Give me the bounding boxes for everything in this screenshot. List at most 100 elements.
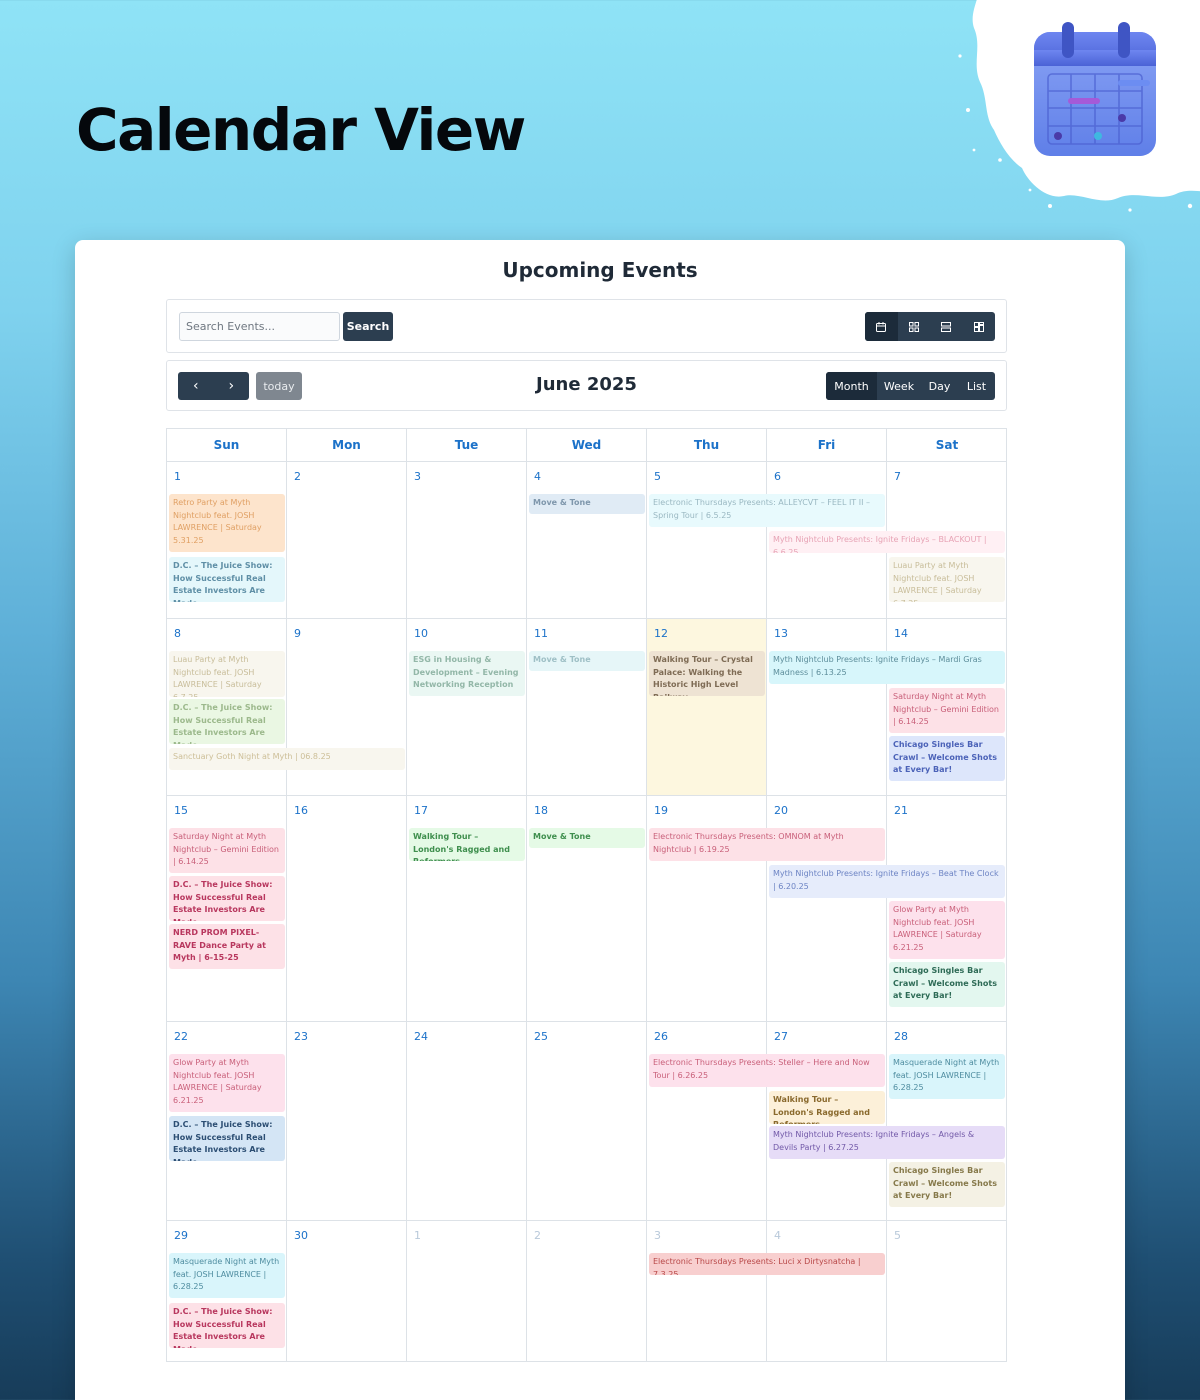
calendar-event[interactable]: NERD PROM PIXEL-RAVE Dance Party at Myth…	[169, 924, 285, 969]
calendar-event[interactable]: Saturday Night at Myth Nightclub – Gemin…	[169, 828, 285, 873]
calendar-event[interactable]: Move & Tone	[529, 651, 645, 671]
day-number[interactable]: 2	[294, 470, 301, 483]
day-number[interactable]: 1	[174, 470, 181, 483]
day-number[interactable]: 25	[534, 1030, 548, 1043]
calendar-event[interactable]: Myth Nightclub Presents: Ignite Fridays …	[769, 1126, 1005, 1159]
rows-icon[interactable]	[930, 312, 963, 341]
day-number[interactable]: 23	[294, 1030, 308, 1043]
calendar-event[interactable]: Walking Tour – London's Ragged and Refor…	[409, 828, 525, 861]
calendar-event[interactable]: Electronic Thursdays Presents: OMNOM at …	[649, 828, 885, 861]
day-number[interactable]: 2	[534, 1229, 541, 1242]
calendar-event[interactable]: D.C. – The Juice Show: How Successful Re…	[169, 876, 285, 921]
day-number[interactable]: 3	[654, 1229, 661, 1242]
day-number[interactable]: 26	[654, 1030, 668, 1043]
day-cell[interactable]: 13	[767, 619, 887, 796]
day-number[interactable]: 12	[654, 627, 668, 640]
day-number[interactable]: 14	[894, 627, 908, 640]
calendar-event[interactable]: Myth Nightclub Presents: Ignite Fridays …	[769, 651, 1005, 684]
day-number[interactable]: 5	[654, 470, 661, 483]
calendar-event[interactable]: Chicago Singles Bar Crawl – Welcome Shot…	[889, 1162, 1005, 1207]
day-number[interactable]: 13	[774, 627, 788, 640]
day-number[interactable]: 19	[654, 804, 668, 817]
day-number[interactable]: 8	[174, 627, 181, 640]
search-input[interactable]	[179, 312, 340, 341]
day-number[interactable]: 15	[174, 804, 188, 817]
day-cell[interactable]: 5	[887, 1221, 1007, 1362]
grid-icon[interactable]	[898, 312, 931, 341]
calendar-event[interactable]: Myth Nightclub Presents: Ignite Fridays …	[769, 865, 1005, 898]
calendar-event[interactable]: Glow Party at Myth Nightclub feat. JOSH …	[169, 1054, 285, 1112]
calendar-event[interactable]: D.C. – The Juice Show: How Successful Re…	[169, 1116, 285, 1161]
day-cell[interactable]: 1	[407, 1221, 527, 1362]
day-cell[interactable]: 16	[287, 796, 407, 1022]
weekday-header: Fri	[767, 429, 887, 462]
day-cell[interactable]: 23	[287, 1022, 407, 1221]
day-number[interactable]: 10	[414, 627, 428, 640]
calendar-event[interactable]: Electronic Thursdays Presents: Luci x Di…	[649, 1253, 885, 1275]
day-number[interactable]: 5	[894, 1229, 901, 1242]
day-number[interactable]: 3	[414, 470, 421, 483]
calendar-event[interactable]: Luau Party at Myth Nightclub feat. JOSH …	[889, 557, 1005, 602]
calendar-event[interactable]: Glow Party at Myth Nightclub feat. JOSH …	[889, 901, 1005, 959]
day-cell[interactable]: 4	[527, 462, 647, 619]
calendar-event[interactable]: ESG in Housing & Development – Evening N…	[409, 651, 525, 696]
day-cell[interactable]: 10	[407, 619, 527, 796]
day-number[interactable]: 4	[534, 470, 541, 483]
calendar-event[interactable]: Move & Tone	[529, 828, 645, 848]
day-cell[interactable]: 2	[527, 1221, 647, 1362]
view-month-button[interactable]: Month	[826, 372, 877, 400]
day-cell[interactable]: 3	[647, 1221, 767, 1362]
day-number[interactable]: 17	[414, 804, 428, 817]
calendar-event[interactable]: Electronic Thursdays Presents: Steller –…	[649, 1054, 885, 1087]
day-number[interactable]: 1	[414, 1229, 421, 1242]
calendar-event[interactable]: Retro Party at Myth Nightclub feat. JOSH…	[169, 494, 285, 552]
calendar-event[interactable]: Walking Tour – London's Ragged and Refor…	[769, 1091, 885, 1124]
day-number[interactable]: 4	[774, 1229, 781, 1242]
day-number[interactable]: 27	[774, 1030, 788, 1043]
day-number[interactable]: 7	[894, 470, 901, 483]
calendar-event[interactable]: Chicago Singles Bar Crawl – Welcome Shot…	[889, 736, 1005, 781]
calendar-event[interactable]: D.C. – The Juice Show: How Successful Re…	[169, 699, 285, 744]
calendar-event[interactable]: Luau Party at Myth Nightclub feat. JOSH …	[169, 651, 285, 697]
day-number[interactable]: 9	[294, 627, 301, 640]
weekday-header: Sat	[887, 429, 1007, 462]
day-cell[interactable]: 25	[527, 1022, 647, 1221]
search-button[interactable]: Search	[343, 312, 393, 341]
calendar-event[interactable]: Masquerade Night at Myth feat. JOSH LAWR…	[889, 1054, 1005, 1099]
calendar-event[interactable]: Electronic Thursdays Presents: ALLEYCVT …	[649, 494, 885, 527]
day-number[interactable]: 16	[294, 804, 308, 817]
calendar-event[interactable]: D.C. – The Juice Show: How Successful Re…	[169, 557, 285, 602]
day-number[interactable]: 30	[294, 1229, 308, 1242]
day-number[interactable]: 21	[894, 804, 908, 817]
day-cell[interactable]: 30	[287, 1221, 407, 1362]
day-cell[interactable]: 2	[287, 462, 407, 619]
calendar-event[interactable]: Saturday Night at Myth Nightclub – Gemin…	[889, 688, 1005, 733]
day-number[interactable]: 28	[894, 1030, 908, 1043]
calendar-icon[interactable]	[865, 312, 898, 341]
day-cell[interactable]: 12	[647, 619, 767, 796]
calendar-event[interactable]: Chicago Singles Bar Crawl – Welcome Shot…	[889, 962, 1005, 1007]
calendar-event[interactable]: Walking Tour – Crystal Palace: Walking t…	[649, 651, 765, 696]
day-number[interactable]: 11	[534, 627, 548, 640]
day-cell[interactable]: 5	[647, 462, 767, 619]
calendar-event[interactable]: Move & Tone	[529, 494, 645, 514]
day-number[interactable]: 24	[414, 1030, 428, 1043]
day-number[interactable]: 18	[534, 804, 548, 817]
day-number[interactable]: 20	[774, 804, 788, 817]
day-number[interactable]: 29	[174, 1229, 188, 1242]
view-day-button[interactable]: Day	[921, 372, 958, 400]
day-cell[interactable]: 24	[407, 1022, 527, 1221]
view-week-button[interactable]: Week	[877, 372, 921, 400]
calendar-event[interactable]: D.C. – The Juice Show: How Successful Re…	[169, 1303, 285, 1348]
day-number[interactable]: 22	[174, 1030, 188, 1043]
day-cell[interactable]: 11	[527, 619, 647, 796]
calendar-event[interactable]: Sanctuary Goth Night at Myth | 06.8.25	[169, 748, 405, 770]
day-cell[interactable]: 3	[407, 462, 527, 619]
view-list-button[interactable]: List	[958, 372, 995, 400]
day-number[interactable]: 6	[774, 470, 781, 483]
tiles-icon[interactable]	[963, 312, 996, 341]
day-cell[interactable]: 26	[647, 1022, 767, 1221]
day-cell[interactable]: 4	[767, 1221, 887, 1362]
calendar-event[interactable]: Myth Nightclub Presents: Ignite Fridays …	[769, 531, 1005, 553]
calendar-event[interactable]: Masquerade Night at Myth feat. JOSH LAWR…	[169, 1253, 285, 1298]
